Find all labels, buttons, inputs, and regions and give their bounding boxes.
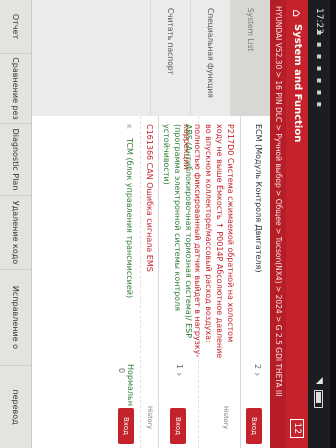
title-bar: ⌂ System and Function 12: [286, 0, 308, 448]
dtc-row-abs: C161366 CAN Ошибка сигнала EMS: [140, 116, 158, 448]
sidebar-item-label: Считать паспорт: [166, 8, 175, 75]
chevron-right-icon: ›: [251, 372, 264, 377]
sidebar-item-system-list[interactable]: System List: [230, 0, 270, 116]
report-button[interactable]: Отчет: [0, 0, 31, 54]
system-name: ABS (Антиблокировочная тормозная система…: [162, 124, 193, 339]
main-area: System List Специальная функция Считать …: [32, 0, 270, 448]
wifi-icon: ◥: [314, 377, 324, 384]
diagnostic-plan-button[interactable]: Diagnostic Plan: [0, 124, 31, 196]
dtc-text: C161366 CAN Ошибка сигнала EMS: [145, 124, 154, 272]
history-link[interactable]: History: [222, 406, 230, 429]
status-bar: 17:23 ▪ ▪ ▪ ▪ ▪ ▪ ▪ ◥: [308, 0, 330, 448]
history-link[interactable]: History: [146, 406, 154, 429]
dtc-count-badge: 12: [290, 418, 304, 438]
notification-icons: ▪ ▪ ▪ ▪ ▪ ▪ ▪: [315, 30, 324, 110]
system-name: TCM (блок управления трансмиссией): [125, 138, 134, 299]
actions-column: Вход History Вход History Вход: [32, 400, 270, 448]
dtc-count: 0: [117, 368, 126, 374]
compare-results-button[interactable]: Сравнение рез: [0, 54, 31, 124]
dtc-row-ecm: P217D0 Система сжимаемой обратной на хол…: [182, 116, 240, 448]
fix-button[interactable]: Исправление о: [0, 270, 31, 366]
clear-codes-button[interactable]: Удаление кодо: [0, 196, 31, 270]
dtc-count: 1: [175, 364, 184, 370]
sidebar-item-special-function[interactable]: Специальная функция: [190, 0, 230, 116]
system-row-ecm[interactable]: ECM (Модуль Контроля Двигателя) 2 ›: [240, 116, 270, 448]
system-row-abs[interactable]: ABS (Антиблокировочная тормозная система…: [158, 116, 198, 448]
device-frame: [330, 0, 336, 448]
enter-button-tcm[interactable]: Вход: [118, 408, 134, 444]
dtc-count: 2: [253, 364, 262, 370]
enter-button-ecm[interactable]: Вход: [246, 408, 262, 444]
breadcrumb: HYUNDAI V52.30 > 16 PIN DLC > Ручной выб…: [270, 0, 286, 448]
expand-icon[interactable]: к: [124, 124, 135, 129]
bottom-toolbar: Отчет Сравнение рез Diagnostic Plan Удал…: [0, 0, 32, 448]
system-name: ECM (Модуль Контроля Двигателя): [254, 124, 263, 273]
sidebar-item-label: System List: [246, 8, 255, 52]
sidebar-item-label: Специальная функция: [206, 8, 215, 98]
enter-button-abs[interactable]: Вход: [170, 408, 186, 444]
sidebar-item-read-info[interactable]: Считать паспорт: [150, 0, 190, 116]
page-title: System and Function: [292, 24, 303, 143]
system-list: ECM (Модуль Контроля Двигателя) 2 › P217…: [32, 116, 270, 448]
system-row-tcm[interactable]: к TCM (блок управления трансмиссией) Нор…: [117, 116, 140, 448]
sidebar: System List Специальная функция Считать …: [32, 0, 270, 117]
battery-icon: [314, 390, 323, 408]
chevron-right-icon: ›: [173, 372, 186, 377]
app-window: 17:23 ▪ ▪ ▪ ▪ ▪ ▪ ▪ ◥ ⌂ System and Funct…: [0, 0, 336, 448]
translate-button[interactable]: перевод: [0, 366, 31, 448]
home-icon[interactable]: ⌂: [290, 6, 304, 20]
